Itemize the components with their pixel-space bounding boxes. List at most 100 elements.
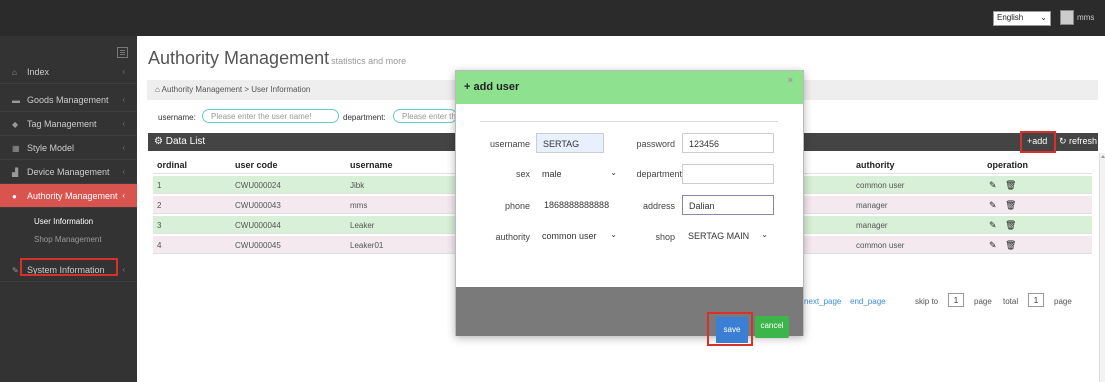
highlight-box: [20, 258, 118, 276]
dialog-title: + add user: [464, 81, 520, 93]
refresh-button[interactable]: ↻ refresh: [1059, 136, 1097, 147]
trash-icon[interactable]: 🗑: [1005, 180, 1016, 191]
cell-authority: manager: [856, 221, 888, 230]
cell-user-code: CWU000024: [235, 181, 281, 190]
home-icon: ⌂: [12, 68, 17, 77]
chevron-left-icon: ‹: [122, 265, 125, 274]
phone-label: phone: [504, 201, 530, 211]
refresh-icon: ↻: [1059, 136, 1070, 146]
cell-authority: common user: [856, 241, 905, 250]
cell-ordinal: 4: [157, 241, 162, 250]
chevron-down-icon: ⌄: [610, 230, 617, 239]
password-label: password: [636, 139, 675, 149]
refresh-label: refresh: [1069, 136, 1098, 146]
shop-value: SERTAG MAIN: [688, 231, 750, 241]
cell-username: Leaker01: [350, 241, 384, 250]
password-field[interactable]: 123456: [682, 133, 774, 153]
column-header: user code: [235, 160, 278, 170]
page-label: page: [974, 297, 992, 306]
dialog-footer: save cancel: [456, 287, 803, 346]
edit-icon[interactable]: ✎: [989, 220, 997, 231]
page-subtitle: statistics and more: [331, 56, 407, 66]
cell-username: Jibk: [350, 181, 365, 190]
sidebar-item-label: Index: [27, 67, 50, 77]
chevron-down-icon: ‹: [122, 191, 125, 200]
sex-label: sex: [515, 169, 530, 179]
edit-icon[interactable]: ✎: [989, 200, 997, 211]
sidebar-item-tag[interactable]: ◆ Tag Management ‹: [0, 112, 137, 136]
chevron-left-icon: ‹: [122, 119, 125, 128]
cell-authority: common user: [856, 181, 905, 190]
column-header: operation: [987, 160, 1029, 170]
highlight-box: [1020, 131, 1056, 153]
sidebar-item-index[interactable]: ⌂ Index ‹: [0, 60, 137, 84]
sidebar-subitem-shop-management[interactable]: Shop Management: [0, 231, 137, 248]
sidebar-subitem-label: Shop Management: [34, 235, 102, 244]
grid-icon: ▦: [12, 144, 20, 153]
chevron-down-icon: ⌄: [610, 168, 617, 177]
username-label: username: [489, 139, 530, 149]
scrollbar[interactable]: [1099, 153, 1105, 382]
user-name[interactable]: mms: [1077, 13, 1094, 22]
settings-icon: ⚙: [154, 136, 166, 147]
close-icon[interactable]: ×: [788, 75, 793, 85]
avatar[interactable]: [1060, 10, 1074, 25]
page-title-text: Authority Management: [148, 48, 330, 68]
cell-ordinal: 2: [157, 201, 162, 210]
username-field[interactable]: SERTAG: [536, 133, 604, 153]
shop-select[interactable]: SERTAG MAIN ⌄: [682, 226, 774, 246]
username-filter-label: username:: [158, 113, 196, 122]
address-field[interactable]: Dalian: [682, 195, 774, 215]
highlight-box: [707, 312, 753, 346]
trash-icon[interactable]: 🗑: [1005, 240, 1016, 251]
home-icon: ⌂: [155, 85, 162, 94]
sidebar-item-authority[interactable]: ● Authority Management ‹: [0, 184, 137, 208]
breadcrumb-text[interactable]: Authority Management > User Information: [162, 85, 311, 94]
department-label: department: [636, 169, 682, 179]
page-label: page: [1054, 297, 1072, 306]
authority-select[interactable]: common user ⌄: [536, 226, 623, 246]
language-select[interactable]: English ⌄: [993, 11, 1051, 26]
cell-username: Leaker: [350, 221, 375, 230]
add-user-dialog: + add user × username SERTAG password 12…: [455, 70, 804, 346]
chevron-left-icon: ‹: [122, 67, 125, 76]
page-title: Authority Management statistics and more: [148, 48, 406, 69]
department-field[interactable]: [682, 164, 774, 184]
user-icon: ●: [12, 192, 17, 201]
top-bar: English ⌄ mms: [0, 0, 1105, 36]
sex-select[interactable]: male ⌄: [536, 164, 623, 184]
cancel-button[interactable]: cancel: [755, 316, 789, 338]
chevron-down-icon: ⌄: [761, 230, 768, 239]
trash-icon[interactable]: 🗑: [1005, 200, 1016, 211]
chevron-down-icon: ⌄: [1040, 13, 1047, 22]
column-header: ordinal: [157, 160, 188, 170]
trash-icon[interactable]: 🗑: [1005, 220, 1016, 231]
folder-icon: ▬: [12, 96, 20, 105]
sidebar-subitem-user-information[interactable]: User Information: [0, 213, 137, 230]
data-list-title: Data List: [165, 136, 206, 147]
skip-page-input[interactable]: 1: [948, 293, 964, 307]
total-label: total: [1003, 297, 1019, 306]
phone-field[interactable]: 1868888888888: [536, 195, 624, 215]
sidebar-item-goods[interactable]: ▬ Goods Management ‹: [0, 88, 137, 112]
cell-authority: manager: [856, 201, 888, 210]
bar-chart-icon: ▟: [12, 168, 19, 177]
sidebar-item-label: Tag Management: [27, 119, 97, 129]
edit-icon[interactable]: ✎: [989, 240, 997, 251]
sidebar-item-label: Device Management: [27, 167, 110, 177]
cell-user-code: CWU000045: [235, 241, 281, 250]
cell-user-code: CWU000044: [235, 221, 281, 230]
column-header: authority: [856, 160, 895, 170]
next-page-link[interactable]: next_page: [804, 297, 841, 306]
username-filter-input[interactable]: Please enter the user name!: [202, 109, 339, 123]
department-filter-label: department:: [343, 113, 386, 122]
department-filter-input[interactable]: Please enter the: [393, 109, 457, 123]
menu-collapse-icon[interactable]: [117, 47, 128, 58]
end-page-link[interactable]: end_page: [850, 297, 886, 306]
sidebar-item-style[interactable]: ▦ Style Model ‹: [0, 136, 137, 160]
edit-icon[interactable]: ✎: [989, 180, 997, 191]
authority-value: common user: [542, 231, 597, 241]
sidebar-item-device[interactable]: ▟ Device Management ‹: [0, 160, 137, 184]
total-pages: 1: [1028, 293, 1044, 307]
cell-username: mms: [350, 201, 368, 210]
